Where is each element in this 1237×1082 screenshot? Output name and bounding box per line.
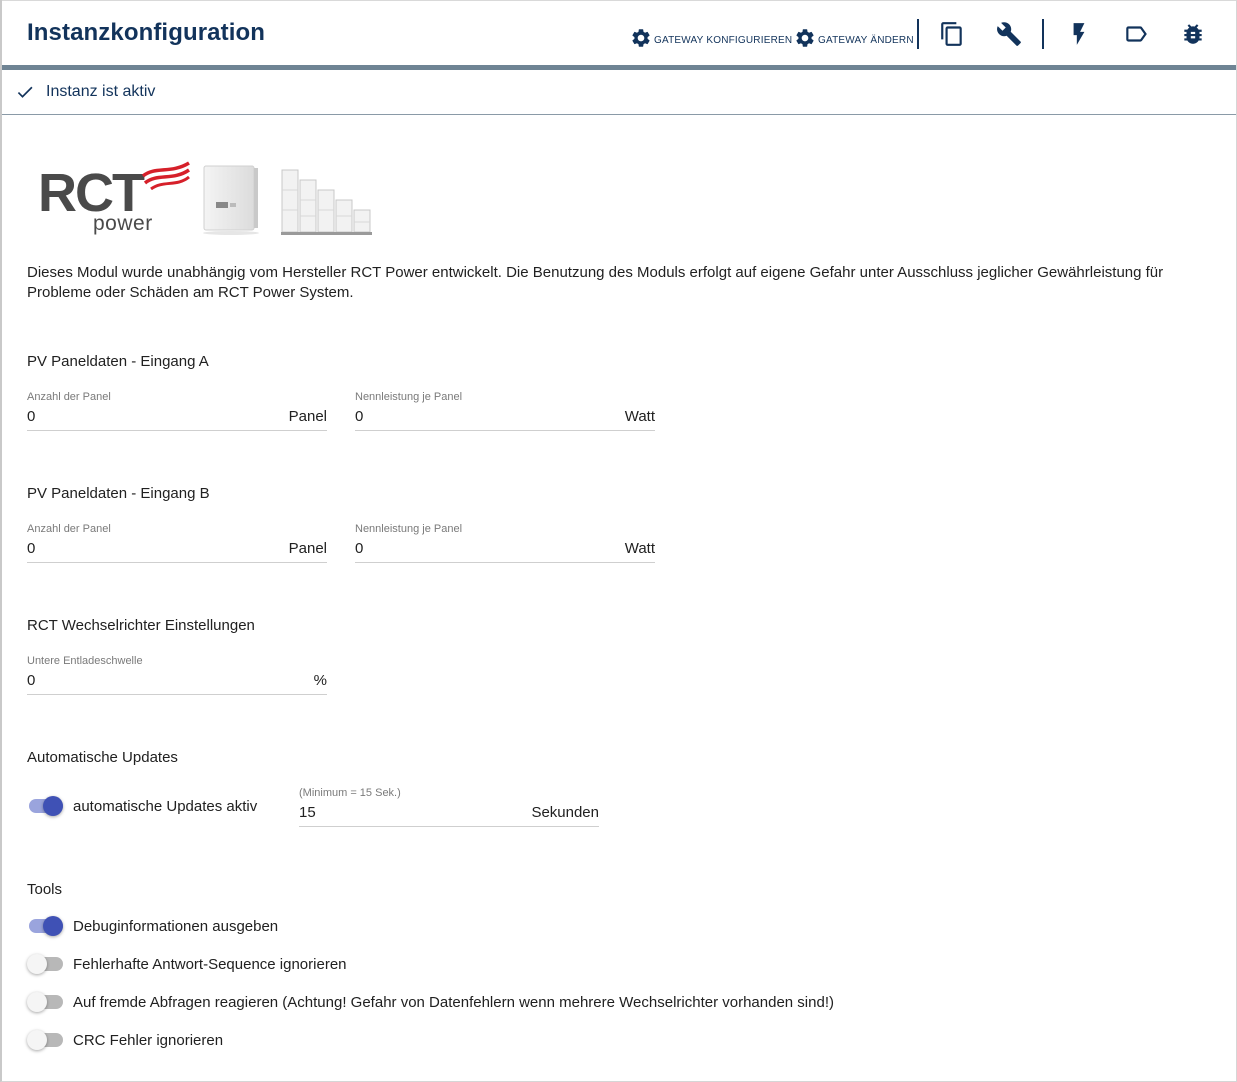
instance-status-text: Instanz ist aktiv <box>46 83 156 100</box>
field-label: Nennleistung je Panel <box>355 391 463 403</box>
field-unit: Watt <box>624 540 655 557</box>
pv-b-panel-power-field[interactable]: Nennleistung je Panel 0 Watt <box>355 523 655 563</box>
ignore-bad-sequence-label: Fehlerhafte Antwort-Sequence ignorieren <box>73 956 347 973</box>
foreign-requests-toggle[interactable] <box>27 990 65 1014</box>
logo-subtitle: power <box>93 212 153 235</box>
change-gateway-button[interactable]: GATEWAY ÄNDERN <box>794 23 914 49</box>
pv-b-panel-count-field[interactable]: Anzahl der Panel 0 Panel <box>27 523 327 563</box>
configure-gateway-button[interactable]: GATEWAY KONFIGURIEREN <box>630 23 792 49</box>
bug-icon[interactable] <box>1180 21 1206 47</box>
ignore-crc-label: CRC Fehler ignorieren <box>73 1032 224 1049</box>
header: Instanzkonfiguration GATEWAY KONFIGURIER… <box>2 0 1236 66</box>
field-unit: Watt <box>624 408 655 425</box>
disclaimer-text: Dieses Modul wurde unabhängig vom Herste… <box>27 264 1164 301</box>
page-title: Instanzkonfiguration <box>27 19 265 46</box>
foreign-requests-label: Auf fremde Abfragen reagieren (Achtung! … <box>73 994 834 1011</box>
section-title-inverter: RCT Wechselrichter Einstellungen <box>27 617 255 634</box>
rct-power-logo: RCT power <box>38 158 378 240</box>
field-value: 0 <box>27 408 36 425</box>
toggle-knob <box>27 1030 47 1050</box>
gear-icon <box>632 29 650 47</box>
toggle-knob <box>43 916 63 936</box>
label-icon[interactable] <box>1123 21 1149 47</box>
field-value: 0 <box>355 408 364 425</box>
copy-icon[interactable] <box>939 21 965 47</box>
section-title-tools: Tools <box>27 881 63 898</box>
gear-icon <box>796 29 814 47</box>
inverter-image <box>203 165 259 235</box>
field-unit: Panel <box>288 408 327 425</box>
field-label: Nennleistung je Panel <box>355 523 463 535</box>
field-unit: Sekunden <box>531 804 599 821</box>
wrench-icon[interactable] <box>996 21 1022 47</box>
field-label: Anzahl der Panel <box>27 523 111 535</box>
pv-a-panel-power-field[interactable]: Nennleistung je Panel 0 Watt <box>355 391 655 431</box>
field-label: Untere Entladeschwelle <box>27 655 143 667</box>
field-value: 0 <box>27 540 36 557</box>
debug-info-label: Debuginformationen ausgeben <box>73 918 279 935</box>
field-value: 15 <box>299 804 316 821</box>
field-unit: % <box>313 672 327 689</box>
instance-status-bar: Instanz ist aktiv <box>2 70 1236 115</box>
section-title-pv-b: PV Paneldaten - Eingang B <box>27 485 210 502</box>
header-divider <box>1042 19 1044 49</box>
battery-stack-image <box>281 169 372 235</box>
toggle-knob <box>43 796 63 816</box>
field-label: Anzahl der Panel <box>27 391 111 403</box>
field-label: (Minimum = 15 Sek.) <box>299 787 401 799</box>
check-icon <box>17 86 33 98</box>
auto-updates-toggle[interactable] <box>27 794 65 818</box>
flash-icon[interactable] <box>1066 21 1092 47</box>
toggle-knob <box>27 954 47 974</box>
change-gateway-label: GATEWAY ÄNDERN <box>818 35 914 46</box>
debug-info-toggle[interactable] <box>27 914 65 938</box>
logo-swoosh-icon <box>141 161 190 190</box>
pv-a-panel-count-field[interactable]: Anzahl der Panel 0 Panel <box>27 391 327 431</box>
update-interval-field[interactable]: (Minimum = 15 Sek.) 15 Sekunden <box>299 787 599 827</box>
auto-updates-label: automatische Updates aktiv <box>73 798 258 815</box>
ignore-crc-toggle[interactable] <box>27 1028 65 1052</box>
section-title-updates: Automatische Updates <box>27 749 178 766</box>
configure-gateway-label: GATEWAY KONFIGURIEREN <box>654 35 793 46</box>
header-divider <box>917 19 919 49</box>
field-unit: Panel <box>288 540 327 557</box>
toggle-knob <box>27 992 47 1012</box>
section-title-pv-a: PV Paneldaten - Eingang A <box>27 353 209 370</box>
field-value: 0 <box>27 672 36 689</box>
ignore-bad-sequence-toggle[interactable] <box>27 952 65 976</box>
discharge-threshold-field[interactable]: Untere Entladeschwelle 0 % <box>27 655 327 695</box>
field-value: 0 <box>355 540 364 557</box>
